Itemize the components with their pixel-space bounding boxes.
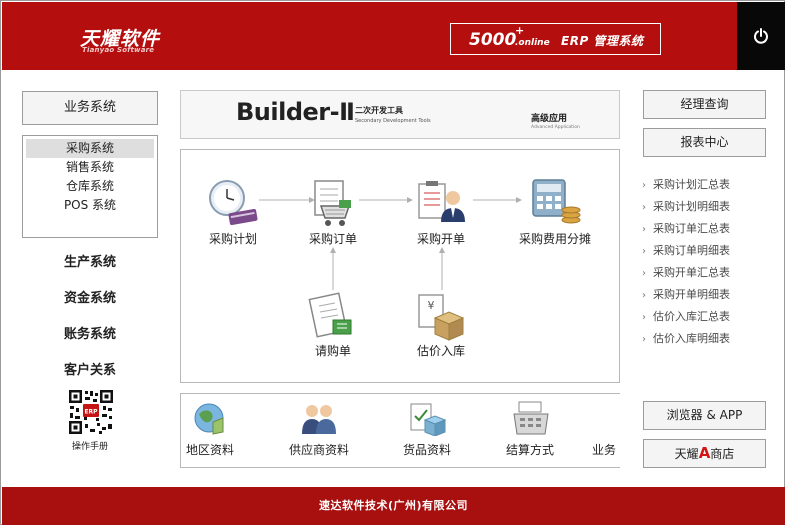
chevron-right-icon: › <box>642 202 646 213</box>
report-item[interactable]: › 采购开单明细表 <box>642 286 772 308</box>
chevron-right-icon: › <box>642 334 646 345</box>
report-item[interactable]: › 估价入库明细表 <box>642 330 772 352</box>
purchase-plan-label[interactable]: 采购计划 <box>178 230 288 247</box>
report-item[interactable]: › 采购计划汇总表 <box>642 176 772 198</box>
estimated-stock-in-icon[interactable]: ¥ <box>413 292 469 342</box>
report-list: › 采购计划汇总表 › 采购计划明细表 › 采购订单汇总表 › 采购订单明细表 › 采购开… <box>642 176 772 352</box>
chevron-right-icon: › <box>642 268 646 279</box>
report-item[interactable]: › 采购开单汇总表 <box>642 264 772 286</box>
chevron-right-icon: › <box>642 312 646 323</box>
product-number: 5000 <box>469 30 517 50</box>
product-title-box: 5000 + .online ERP 管理系统 <box>450 23 661 55</box>
power-button[interactable] <box>737 2 785 70</box>
company-name: 速达软件技术(广州)有限公司 <box>318 499 469 512</box>
product-online: .online <box>515 38 550 48</box>
goods-data-label[interactable]: 货品资料 <box>382 441 472 458</box>
settlement-method-label[interactable]: 结算方式 <box>485 441 575 458</box>
region-data-label[interactable]: 地区资料 <box>181 441 255 458</box>
nav-production[interactable]: 生产系统 <box>22 251 158 270</box>
product-plus: + <box>515 24 525 37</box>
report-item[interactable]: › 采购订单汇总表 <box>642 220 772 242</box>
supplier-data-label[interactable]: 供应商资料 <box>274 441 364 458</box>
purchase-flow-panel: 采购计划 采购订单 采购开单 采购费用分摊 请购单 ¥ 估价入库 <box>180 149 620 383</box>
purchase-order-label[interactable]: 采购订单 <box>278 230 388 247</box>
header-bar: 天耀软件 Tianyao Software 5000 + .online ERP… <box>2 2 785 70</box>
banner-advanced: 高级应用 <box>531 114 568 124</box>
chevron-right-icon: › <box>642 290 646 301</box>
qr-badge: ERP <box>84 409 98 416</box>
region-icon[interactable] <box>189 400 229 436</box>
settlement-icon[interactable] <box>511 400 551 436</box>
banner-advanced-en: Advanced Application <box>531 125 580 130</box>
builder-banner[interactable]: Builder-Ⅱ 二次开发工具 Secondary Development T… <box>180 90 620 139</box>
requisition-label[interactable]: 请购单 <box>278 342 388 359</box>
nav-crm[interactable]: 客户关系 <box>22 359 158 378</box>
qr-code-icon[interactable]: ERP <box>68 389 114 435</box>
power-icon <box>754 28 768 44</box>
report-center-button[interactable]: 报表中心 <box>643 128 766 157</box>
biz-item-warehouse[interactable]: 仓库系统 <box>26 177 154 196</box>
product-name: ERP 管理系统 <box>561 34 644 48</box>
nav-funds[interactable]: 资金系统 <box>22 287 158 306</box>
banner-tag-en: Secondary Development Tools <box>355 118 431 124</box>
purchase-order-icon[interactable] <box>305 178 361 228</box>
report-item[interactable]: › 采购订单明细表 <box>642 242 772 264</box>
purchase-plan-icon[interactable] <box>205 178 261 228</box>
business-system-button[interactable]: 业务系统 <box>22 91 158 125</box>
chevron-right-icon: › <box>642 246 646 257</box>
store-suffix: 商店 <box>710 447 735 461</box>
store-prefix: 天耀 <box>674 447 699 461</box>
purchase-invoice-label[interactable]: 采购开单 <box>386 230 496 247</box>
cost-allocation-label[interactable]: 采购费用分摊 <box>500 230 610 247</box>
chevron-right-icon: › <box>642 224 646 235</box>
banner-title: Builder-Ⅱ <box>236 98 355 126</box>
brand-logo-subtitle: Tianyao Software <box>82 46 155 54</box>
purchase-invoice-icon[interactable] <box>413 178 469 228</box>
svg-text:¥: ¥ <box>428 299 435 312</box>
biz-item-purchase[interactable]: 采购系统 <box>26 139 154 158</box>
cost-allocation-icon[interactable] <box>527 176 583 226</box>
manual-link[interactable]: 操作手册 <box>22 439 158 452</box>
estimated-stock-in-label[interactable]: 估价入库 <box>386 342 496 359</box>
chevron-right-icon: › <box>642 180 646 191</box>
app-window: 天耀软件 Tianyao Software 5000 + .online ERP… <box>0 0 785 525</box>
footer-bar: 速达软件技术(广州)有限公司 <box>2 487 785 525</box>
biz-item-sales[interactable]: 销售系统 <box>26 158 154 177</box>
supplier-icon[interactable] <box>299 400 339 436</box>
biz-item-pos[interactable]: POS 系统 <box>26 196 154 215</box>
manager-query-button[interactable]: 经理查询 <box>643 90 766 119</box>
banner-tag: 二次开发工具 <box>355 106 403 115</box>
store-button[interactable]: 天耀A商店 <box>643 439 766 468</box>
business-data-label[interactable]: 业务 <box>592 441 620 458</box>
report-item[interactable]: › 估价入库汇总表 <box>642 308 772 330</box>
store-a-logo: A <box>698 444 711 462</box>
requisition-icon[interactable] <box>305 292 361 342</box>
business-system-list: 采购系统 销售系统 仓库系统 POS 系统 <box>22 135 158 238</box>
nav-accounting[interactable]: 账务系统 <box>22 323 158 342</box>
goods-icon[interactable] <box>407 400 447 436</box>
browser-app-button[interactable]: 浏览器 & APP <box>643 401 766 430</box>
report-item[interactable]: › 采购计划明细表 <box>642 198 772 220</box>
base-data-strip: 地区资料 供应商资料 货品资料 结算方式 业务 <box>180 393 620 468</box>
